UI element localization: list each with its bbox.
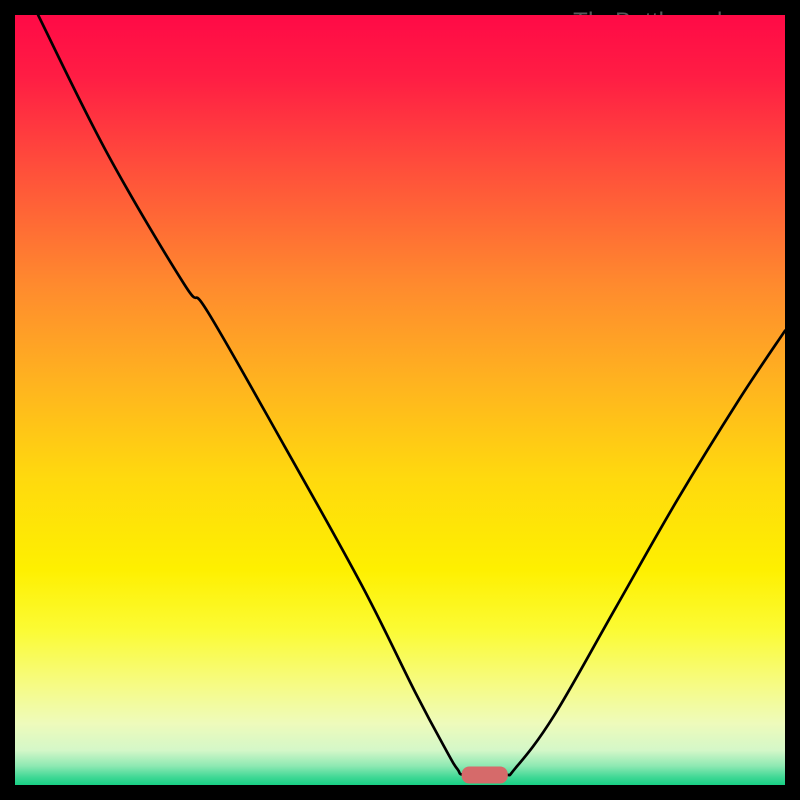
optimal-marker (462, 767, 508, 784)
bottleneck-chart (15, 15, 785, 785)
chart-container: TheBottleneck.com (0, 0, 800, 800)
plot-background (15, 15, 785, 785)
